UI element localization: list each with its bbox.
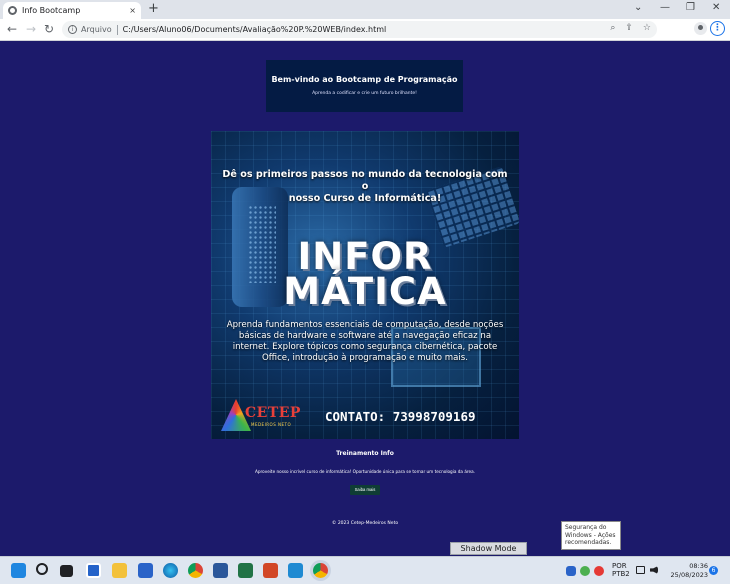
address-divider — [116, 24, 118, 35]
cetep-logo: CETEP MEDEIROS NETO — [219, 399, 309, 433]
page-footer: © 2023 Cetep-Medeiros Neto — [331, 521, 399, 526]
excel-icon[interactable] — [238, 563, 253, 578]
course-banner-image: Dê os primeiros passos no mundo da tecno… — [211, 131, 519, 439]
banner-headline: INFOR MÁTICA — [211, 235, 519, 313]
banner-description: Aprenda fundamentos essenciais de comput… — [226, 320, 504, 363]
volume-icon[interactable] — [650, 566, 658, 574]
cetep-logo-text: CETEP — [245, 405, 301, 421]
browser-menu-button[interactable]: ⋮ — [710, 21, 725, 36]
back-button[interactable]: ← — [7, 22, 17, 36]
forward-button[interactable]: → — [26, 22, 36, 36]
network-icon[interactable] — [636, 566, 645, 574]
taskbar-clock[interactable]: 08:36 25/08/2023 — [668, 562, 708, 580]
banner-headline-line-2: MÁTICA — [283, 270, 447, 313]
cetep-logo-subtext: MEDEIROS NETO — [251, 422, 292, 427]
new-tab-button[interactable]: + — [148, 1, 159, 17]
training-description: Aproveite nosso incrível curso de inform… — [255, 469, 475, 474]
keyboard-layout: PTB2 — [612, 570, 630, 578]
powerpoint-icon[interactable] — [263, 563, 278, 578]
tray-security-icon[interactable] — [566, 566, 576, 576]
zoom-icon[interactable]: ⌕ — [610, 23, 615, 33]
tab-bar: Info Bootcamp × + ⌄ — ❐ ✕ — [0, 0, 730, 19]
input-language[interactable]: POR PTB2 — [612, 562, 630, 578]
widgets-icon[interactable] — [86, 563, 101, 578]
globe-icon — [8, 6, 17, 15]
clock-date: 25/08/2023 — [670, 571, 708, 579]
maximize-button[interactable]: ❐ — [686, 1, 695, 15]
close-window-button[interactable]: ✕ — [712, 1, 720, 15]
search-icon[interactable] — [36, 563, 48, 575]
task-view-icon[interactable] — [60, 565, 73, 577]
windows-start-icon[interactable] — [11, 563, 26, 578]
info-icon[interactable]: i — [68, 25, 77, 34]
banner-tagline-line-2: nosso Curso de Informática! — [288, 193, 442, 204]
training-title: Treinamento Info — [336, 450, 394, 457]
browser-toolbar: ← → ↻ i Arquivo C:/Users/Aluno06/Documen… — [0, 19, 730, 41]
address-actions: ⌕ ⇪ ☆ — [610, 23, 651, 33]
clock-time: 08:36 — [689, 562, 708, 570]
profile-avatar-icon[interactable] — [694, 22, 707, 35]
tray-antivirus-icon[interactable] — [594, 566, 604, 576]
minimize-button[interactable]: — — [660, 1, 670, 15]
chrome-active-icon[interactable] — [313, 563, 328, 578]
close-tab-icon[interactable]: × — [129, 6, 136, 15]
tray-app-icon[interactable] — [580, 566, 590, 576]
site-label: Arquivo — [81, 25, 112, 34]
banner-tagline-line-1: Dê os primeiros passos no mundo da tecno… — [222, 169, 508, 192]
banner-contact: CONTATO: 73998709169 — [325, 409, 476, 424]
page-header: Bem-vindo ao Bootcamp de Programação Apr… — [266, 60, 463, 112]
tab-search-icon[interactable]: ⌄ — [634, 1, 642, 15]
notification-badge[interactable]: 6 — [709, 566, 718, 575]
edge-icon[interactable] — [163, 563, 178, 578]
windows-security-toast[interactable]: Segurança do Windows - Ações recomendada… — [561, 521, 621, 550]
tab-title: Info Bootcamp — [22, 6, 81, 15]
address-bar[interactable]: i Arquivo C:/Users/Aluno06/Documents/Ava… — [62, 21, 657, 38]
file-explorer-icon[interactable] — [112, 563, 127, 578]
reload-button[interactable]: ↻ — [44, 22, 54, 36]
windows-taskbar: POR PTB2 08:36 25/08/2023 6 — [0, 556, 730, 584]
bookmark-star-icon[interactable]: ☆ — [643, 23, 651, 33]
url-text[interactable]: C:/Users/Aluno06/Documents/Avaliação%20P… — [123, 25, 387, 34]
microsoft-store-icon[interactable] — [138, 563, 153, 578]
page-title: Bem-vindo ao Bootcamp de Programação — [271, 75, 458, 84]
tab-info-bootcamp[interactable]: Info Bootcamp × — [3, 2, 141, 19]
saiba-mais-button[interactable]: Saiba mais — [350, 485, 380, 495]
shadow-mode-label[interactable]: Shadow Mode — [450, 542, 527, 555]
vscode-icon[interactable] — [288, 563, 303, 578]
share-icon[interactable]: ⇪ — [625, 23, 633, 33]
page-subtitle: Aprenda a codificar e crie um futuro bri… — [312, 91, 417, 96]
language-code: POR — [612, 562, 627, 570]
banner-tagline: Dê os primeiros passos no mundo da tecno… — [221, 169, 509, 205]
banner-headline-line-1: INFOR — [297, 235, 433, 278]
word-icon[interactable] — [213, 563, 228, 578]
chrome-icon[interactable] — [188, 563, 203, 578]
